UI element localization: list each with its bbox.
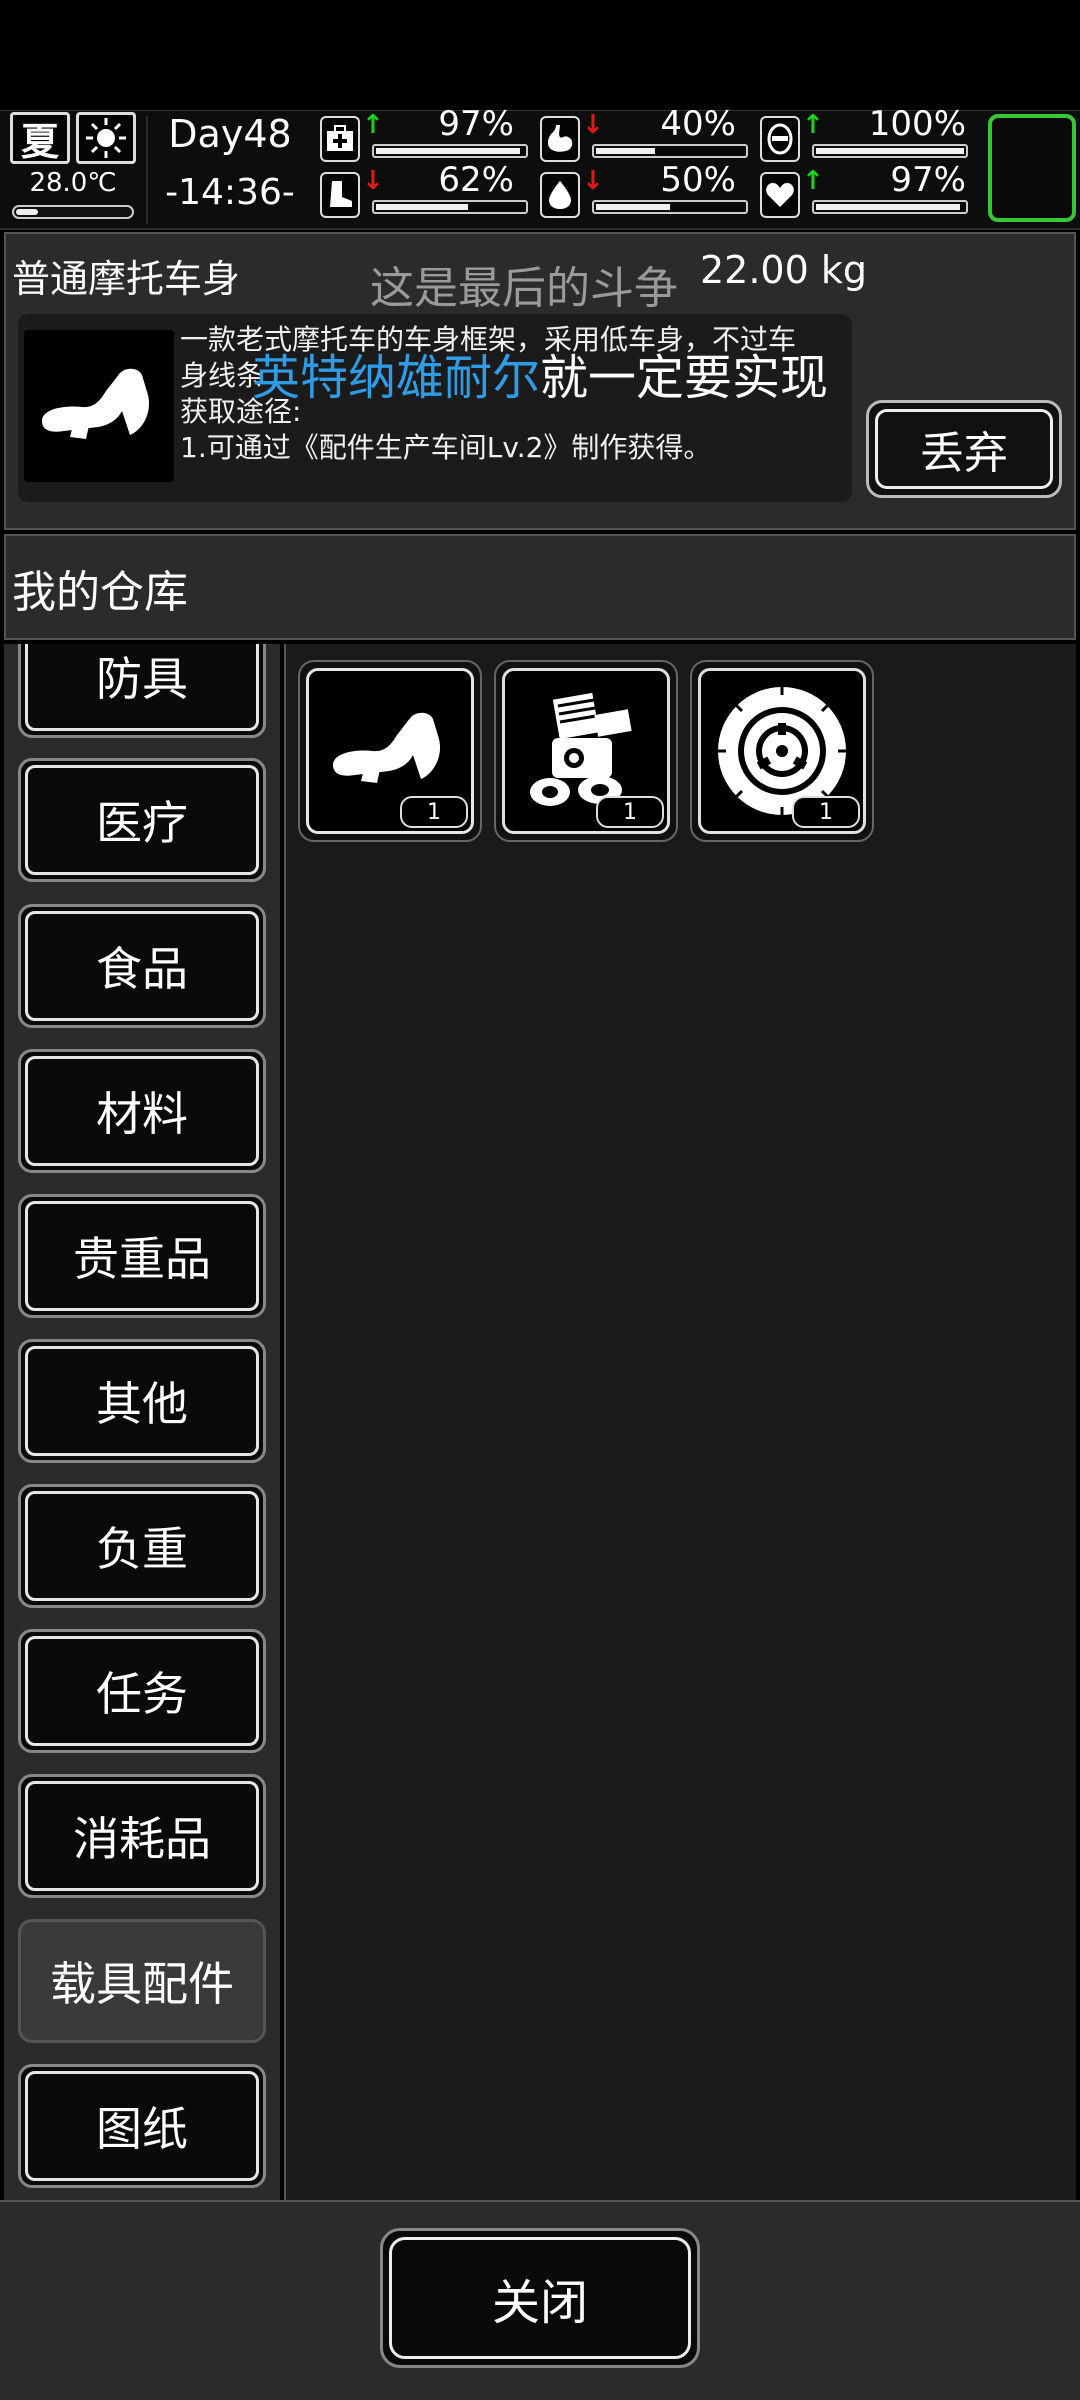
inventory-slot[interactable]: 1 [690,660,874,842]
category-label: 载具配件 [25,1926,259,2036]
category-label: 食品 [25,911,259,1021]
trend-up-icon: ↑ [802,166,824,196]
category-label: 医疗 [25,765,259,875]
overlay-text-blue: 英特纳雄耐尔 [252,350,541,406]
item-count: 1 [792,796,860,828]
face-icon [760,116,800,162]
category-other[interactable]: 其他 [18,1339,266,1463]
item-name: 普通摩托车身 [12,257,241,301]
inventory-grid [284,644,1076,2200]
trend-up-icon: ↑ [802,110,824,140]
category-valuables[interactable]: 贵重品 [18,1194,266,1318]
stat-hunger-bar [592,144,748,158]
item-count: 1 [596,796,664,828]
inventory-slot[interactable]: 1 [494,660,678,842]
category-armor[interactable]: 防具 [18,644,266,738]
trend-down-icon: ↓ [582,166,604,196]
motorcycle-body-icon [24,330,174,482]
water-drop-icon [540,172,580,218]
stomach-icon [540,116,580,162]
temperature-value: 28.0℃ [29,168,117,198]
category-blueprints[interactable]: 图纸 [18,2064,266,2188]
category-medical[interactable]: 医疗 [18,758,266,882]
stat-thirst-bar [592,200,748,214]
discard-button-label: 丢弃 [875,409,1053,489]
warehouse-title: 我的仓库 [12,567,188,618]
heart-icon [760,172,800,218]
game-clock: -14:36- [165,172,295,213]
stat-fill [596,204,670,210]
divider [146,116,148,224]
category-label: 其他 [25,1346,259,1456]
stat-fill [376,204,468,210]
item-count: 1 [400,796,468,828]
category-label: 材料 [25,1056,259,1166]
category-label: 消耗品 [25,1781,259,1891]
stat-stamina-bar [372,200,528,214]
trend-down-icon: ↓ [582,110,604,140]
category-label: 贵重品 [25,1201,259,1311]
stat-fill [816,204,960,210]
boot-icon [320,172,360,218]
season-indicator: 夏 [10,112,70,164]
season-label: 夏 [20,119,59,164]
sun-icon [76,112,136,164]
trend-down-icon: ↓ [362,166,384,196]
category-label: 防具 [25,644,259,731]
stat-mood-bar [812,144,968,158]
medkit-icon [320,116,360,162]
day-counter: Day48 [168,112,292,156]
category-label: 图纸 [25,2071,259,2181]
discard-button[interactable]: 丢弃 [866,400,1062,498]
stat-stamina-value: 62% [438,160,514,200]
inventory-slot[interactable]: 1 [298,660,482,842]
category-food[interactable]: 食品 [18,904,266,1028]
stat-fill [376,148,520,154]
category-materials[interactable]: 材料 [18,1049,266,1173]
category-vehicle-parts[interactable]: 载具配件 [18,1919,266,2043]
stat-health-value: 97% [438,104,514,144]
trend-up-icon: ↑ [362,110,384,140]
stat-spirit-value: 97% [890,160,966,200]
stat-mood-value: 100% [868,104,966,144]
stat-spirit-bar [812,200,968,214]
banner-text: 这是最后的斗争 [370,263,678,314]
stat-hunger-value: 40% [660,104,736,144]
stat-fill [596,148,656,154]
close-button[interactable]: 关闭 [380,2228,700,2368]
category-carry[interactable]: 负重 [18,1484,266,1608]
source-line: 1.可通过《配件生产车间Lv.2》制作获得。 [180,431,712,464]
equipped-slot[interactable] [988,114,1076,222]
stat-thirst-value: 50% [660,160,736,200]
category-quest[interactable]: 任务 [18,1629,266,1753]
category-label: 任务 [25,1636,259,1746]
stat-fill [816,148,964,154]
temperature-bar [12,205,134,219]
category-sidebar[interactable]: 防具 医疗 食品 材料 贵重品 其他 负重 任务 消耗品 载具配件 图纸 [4,644,280,2200]
close-button-label: 关闭 [389,2237,691,2359]
item-weight: 22.00 kg [700,248,867,292]
category-label: 负重 [25,1491,259,1601]
category-consumables[interactable]: 消耗品 [18,1774,266,1898]
stat-health-bar [372,144,528,158]
overlay-text-white: 就一定要实现 [540,350,829,406]
